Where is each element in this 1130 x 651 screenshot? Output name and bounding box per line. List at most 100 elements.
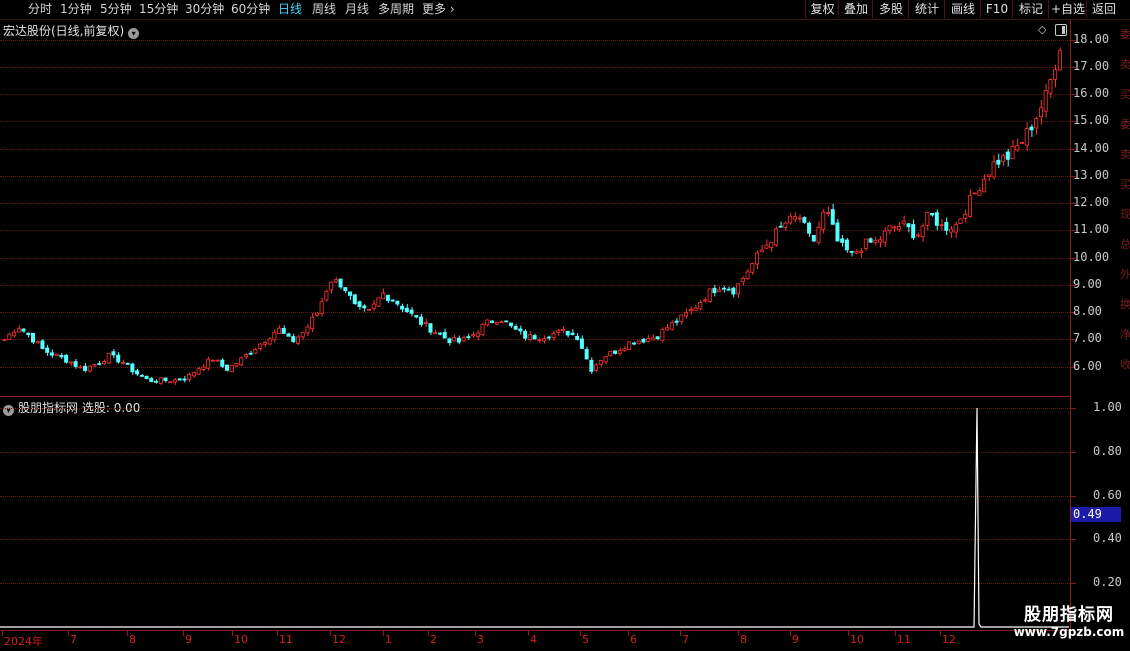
candle-body xyxy=(182,378,187,381)
candle-body xyxy=(584,349,589,360)
candle xyxy=(901,215,906,227)
candlestick-chart[interactable] xyxy=(0,0,1070,396)
candle-body xyxy=(646,338,651,342)
candle xyxy=(239,356,244,366)
candle-body xyxy=(825,212,830,215)
quote-field-label: 卖 xyxy=(1120,148,1130,161)
candle xyxy=(480,322,485,337)
candle-body xyxy=(485,319,490,326)
date-tick-mark xyxy=(2,631,3,636)
candle-body xyxy=(949,228,954,233)
candle-body xyxy=(466,336,471,339)
quote-field-label: 总 xyxy=(1120,238,1130,251)
candle xyxy=(868,237,873,244)
candle-body xyxy=(471,334,476,337)
candle xyxy=(702,297,707,303)
indicator-line xyxy=(0,407,1069,628)
candle xyxy=(783,221,788,232)
candle-body xyxy=(220,359,225,367)
candle-body xyxy=(26,332,31,336)
candle-body xyxy=(579,338,584,349)
candle-body xyxy=(433,332,438,335)
candle xyxy=(546,335,551,341)
watermark: 股朋指标网 www.7gpzb.com xyxy=(1008,600,1130,639)
toolbar-btn-8[interactable]: 返回 xyxy=(1086,0,1121,18)
candle-body xyxy=(7,333,12,340)
candle-body xyxy=(144,375,149,380)
candle-body xyxy=(873,239,878,243)
candle xyxy=(603,355,608,365)
quote-field-label: 收 xyxy=(1120,358,1130,371)
candle-body xyxy=(996,159,1001,165)
date-tick-label: 9 xyxy=(792,633,799,646)
candle xyxy=(442,328,447,339)
candle-body xyxy=(868,238,873,243)
candle xyxy=(726,286,731,291)
candle-body xyxy=(343,287,348,292)
candle-body xyxy=(101,361,106,365)
candle xyxy=(906,223,911,233)
date-tick-mark xyxy=(628,631,629,636)
candle xyxy=(504,320,509,323)
candle-body xyxy=(702,299,707,302)
candle xyxy=(731,286,736,298)
date-tick-mark xyxy=(183,631,184,636)
candle xyxy=(646,335,651,343)
candle-body xyxy=(154,380,159,383)
candle-body xyxy=(442,332,447,339)
candle xyxy=(1038,99,1043,125)
date-tick-label: 12 xyxy=(332,633,346,646)
candle-body xyxy=(300,332,305,338)
candle xyxy=(291,333,296,343)
candle-body xyxy=(953,224,958,233)
candle-body xyxy=(504,320,509,323)
candle xyxy=(991,154,996,180)
candle xyxy=(788,213,793,225)
candle-body xyxy=(920,225,925,238)
candle xyxy=(352,293,357,305)
candle-body xyxy=(778,225,783,228)
candle xyxy=(613,350,618,355)
candle xyxy=(660,327,665,343)
quote-field-label: 外 xyxy=(1120,268,1130,281)
candle xyxy=(229,364,234,373)
candle xyxy=(78,365,83,369)
candle xyxy=(949,226,954,238)
quote-field-label: 委 xyxy=(1120,118,1130,131)
candle xyxy=(433,329,438,335)
candle xyxy=(622,346,627,352)
candle-body xyxy=(892,226,897,229)
candle-body xyxy=(755,252,760,265)
candle-body xyxy=(35,341,40,344)
candle-body xyxy=(925,212,930,226)
candle xyxy=(745,268,750,280)
candle-body xyxy=(490,320,495,324)
candle-body xyxy=(149,378,154,382)
candle xyxy=(168,381,173,384)
candle-body xyxy=(21,328,26,332)
candle-body xyxy=(130,363,135,373)
candle xyxy=(338,278,343,290)
candle xyxy=(125,362,130,365)
candle-body xyxy=(291,336,296,343)
candle-body xyxy=(333,279,338,283)
candle xyxy=(272,329,277,343)
candle-body xyxy=(206,358,211,369)
candle-body xyxy=(726,288,731,291)
date-tick-label: 9 xyxy=(185,633,192,646)
indicator-tick-mark xyxy=(1071,495,1076,497)
candle xyxy=(669,320,674,331)
candle-body xyxy=(934,212,939,226)
indicator-chart[interactable] xyxy=(0,397,1070,637)
indicator-tick-mark xyxy=(1071,583,1076,585)
candle xyxy=(206,356,211,371)
candle xyxy=(982,174,987,193)
candle xyxy=(849,250,854,257)
candle-body xyxy=(366,308,371,311)
candle-body xyxy=(844,239,849,251)
candle-body xyxy=(802,217,807,223)
date-tick-mark xyxy=(848,631,849,636)
candle xyxy=(281,325,286,334)
candle-body xyxy=(1043,90,1048,112)
candle xyxy=(594,363,599,373)
